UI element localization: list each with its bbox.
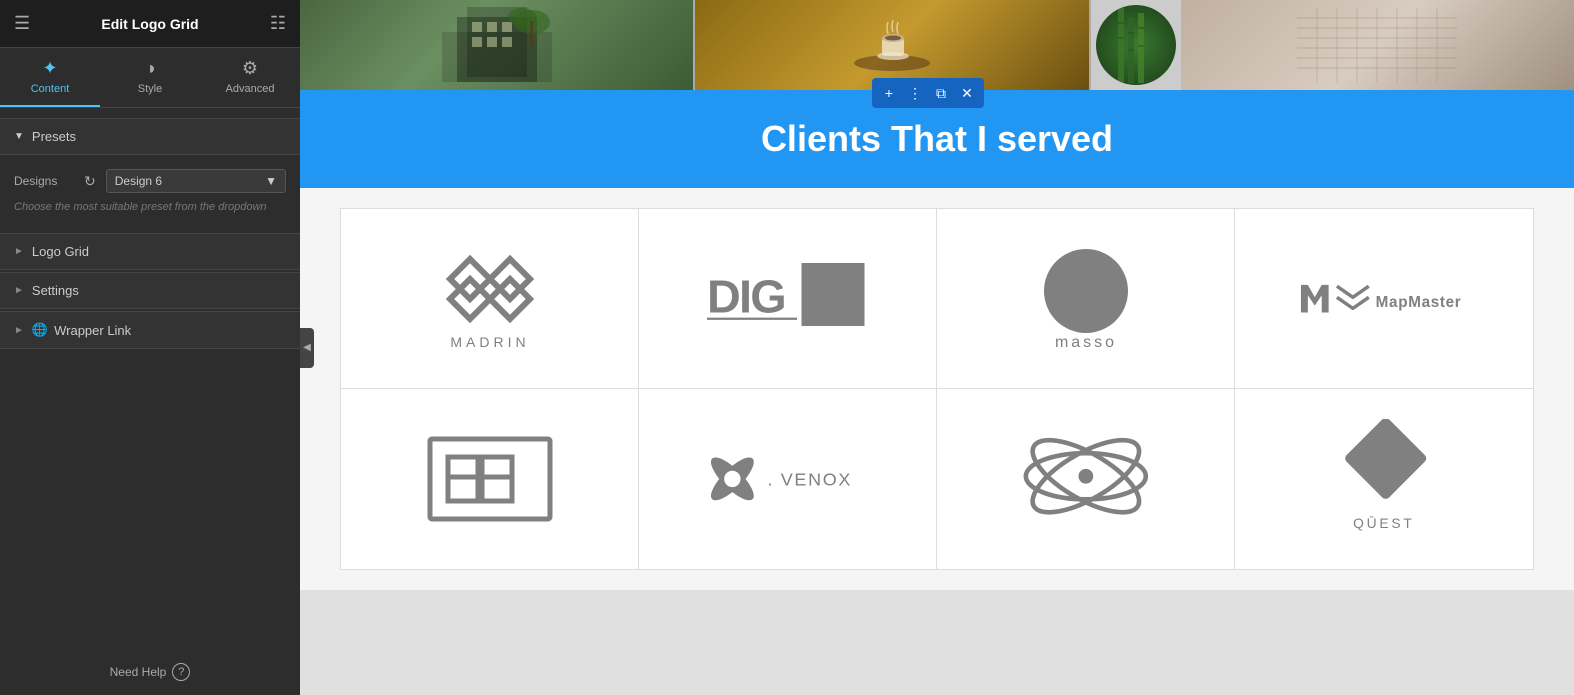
madrin-logo-svg: MADRIN <box>410 239 570 359</box>
venox-logo-svg: . VENOX <box>698 438 878 520</box>
neo-logo-svg <box>410 419 570 539</box>
logo-cell-mapmaster: MapMaster <box>1235 209 1533 389</box>
section-presets[interactable]: ▼ Presets <box>0 118 300 155</box>
section-settings[interactable]: ► Settings <box>0 272 300 309</box>
tab-style-label: Style <box>138 83 162 95</box>
toolbar-add-button[interactable]: + <box>878 82 900 104</box>
photo-2 <box>693 0 1090 90</box>
refresh-button[interactable]: ↻ <box>82 171 98 192</box>
logo-grid: MADRIN DIG masso <box>340 208 1534 570</box>
grid-icon[interactable]: ☷ <box>270 13 286 34</box>
logo-grid-label: Logo Grid <box>32 244 89 259</box>
hamburger-icon[interactable]: ☰ <box>14 13 30 34</box>
logo-grid-chevron: ► <box>14 246 24 257</box>
wrapper-link-chevron: ► <box>14 325 24 336</box>
help-icon[interactable]: ? <box>172 663 190 681</box>
wrapper-link-icon: 🌐 <box>32 322 48 338</box>
content-icon: ✦ <box>42 58 57 79</box>
svg-text:DIG: DIG <box>707 270 785 322</box>
logo-cell-neo <box>341 389 639 569</box>
building-svg <box>437 7 557 82</box>
designs-label: Designs <box>14 174 74 188</box>
designs-dropdown[interactable]: Design 6 ▼ <box>106 169 286 193</box>
photo-1 <box>300 0 693 90</box>
section-wrapper-link[interactable]: ► 🌐 Wrapper Link <box>0 311 300 349</box>
left-panel: ☰ Edit Logo Grid ☷ ✦ Content ◑ Style ⚙ A… <box>0 0 300 695</box>
logo-cell-quest: QŪEST <box>1235 389 1533 569</box>
tab-content[interactable]: ✦ Content <box>0 48 100 107</box>
tab-content-label: Content <box>31 83 70 95</box>
texture-svg <box>1297 8 1457 83</box>
designs-row: Designs ↻ Design 6 ▼ <box>14 169 286 193</box>
advanced-icon: ⚙ <box>242 58 258 79</box>
designs-value: Design 6 <box>115 174 162 188</box>
logo-cell-madrin: MADRIN <box>341 209 639 389</box>
presets-chevron: ▼ <box>14 131 24 142</box>
logo-grid-wrapper: MADRIN DIG masso <box>300 188 1574 590</box>
logo-cell-masso: masso <box>937 209 1235 389</box>
panel-content: ▼ Presets Designs ↻ Design 6 ▼ Choose th… <box>0 108 300 649</box>
need-help-label: Need Help <box>110 665 167 679</box>
logo-cell-venox: . VENOX <box>639 389 937 569</box>
dig-logo-svg: DIG <box>698 245 878 353</box>
photo-3 <box>1096 5 1176 85</box>
mapmaster-logo-svg: MapMaster <box>1294 271 1474 326</box>
banner-title: Clients That I served <box>320 118 1554 160</box>
tab-advanced-label: Advanced <box>226 83 275 95</box>
section-logo-grid[interactable]: ► Logo Grid <box>0 233 300 270</box>
widget-toolbar: + ⋮ ⧉ ✕ <box>872 78 984 108</box>
svg-text:MapMaster: MapMaster <box>1376 294 1462 311</box>
settings-label: Settings <box>32 283 79 298</box>
panel-tabs: ✦ Content ◑ Style ⚙ Advanced <box>0 48 300 108</box>
tab-advanced[interactable]: ⚙ Advanced <box>200 48 300 107</box>
presets-label: Presets <box>32 129 76 144</box>
style-icon: ◑ <box>145 58 156 79</box>
toolbar-copy-button[interactable]: ⧉ <box>930 82 952 104</box>
wrapper-link-label: Wrapper Link <box>54 323 131 338</box>
collapse-handle[interactable]: ◀ <box>300 328 314 368</box>
panel-title: Edit Logo Grid <box>101 16 198 32</box>
panel-header: ☰ Edit Logo Grid ☷ <box>0 0 300 48</box>
orbit-logo-svg <box>1012 419 1160 539</box>
cafe-svg <box>842 8 942 83</box>
bamboo-svg <box>1108 8 1163 83</box>
logo-cell-dig: DIG <box>639 209 937 389</box>
svg-text:QŪEST: QŪEST <box>1353 515 1414 531</box>
photo-strip <box>300 0 1574 90</box>
svg-text:masso: masso <box>1054 334 1116 351</box>
right-canvas: + ⋮ ⧉ ✕ Clients That I served MADRIN <box>300 0 1574 695</box>
preset-help-text: Choose the most suitable preset from the… <box>14 201 286 213</box>
presets-body: Designs ↻ Design 6 ▼ Choose the most sui… <box>0 157 300 233</box>
quest-logo-svg: QŪEST <box>1310 419 1458 539</box>
settings-chevron: ► <box>14 285 24 296</box>
toolbar-close-button[interactable]: ✕ <box>956 82 978 104</box>
toolbar-move-button[interactable]: ⋮ <box>904 82 926 104</box>
dropdown-arrow-icon: ▼ <box>265 174 277 188</box>
photo-4 <box>1181 0 1574 90</box>
logo-cell-orbit <box>937 389 1235 569</box>
tab-style[interactable]: ◑ Style <box>100 48 200 107</box>
need-help-section: Need Help ? <box>0 649 300 695</box>
svg-text:MADRIN: MADRIN <box>450 334 529 350</box>
svg-text:. VENOX: . VENOX <box>767 470 851 490</box>
masso-logo-svg: masso <box>1006 239 1166 359</box>
